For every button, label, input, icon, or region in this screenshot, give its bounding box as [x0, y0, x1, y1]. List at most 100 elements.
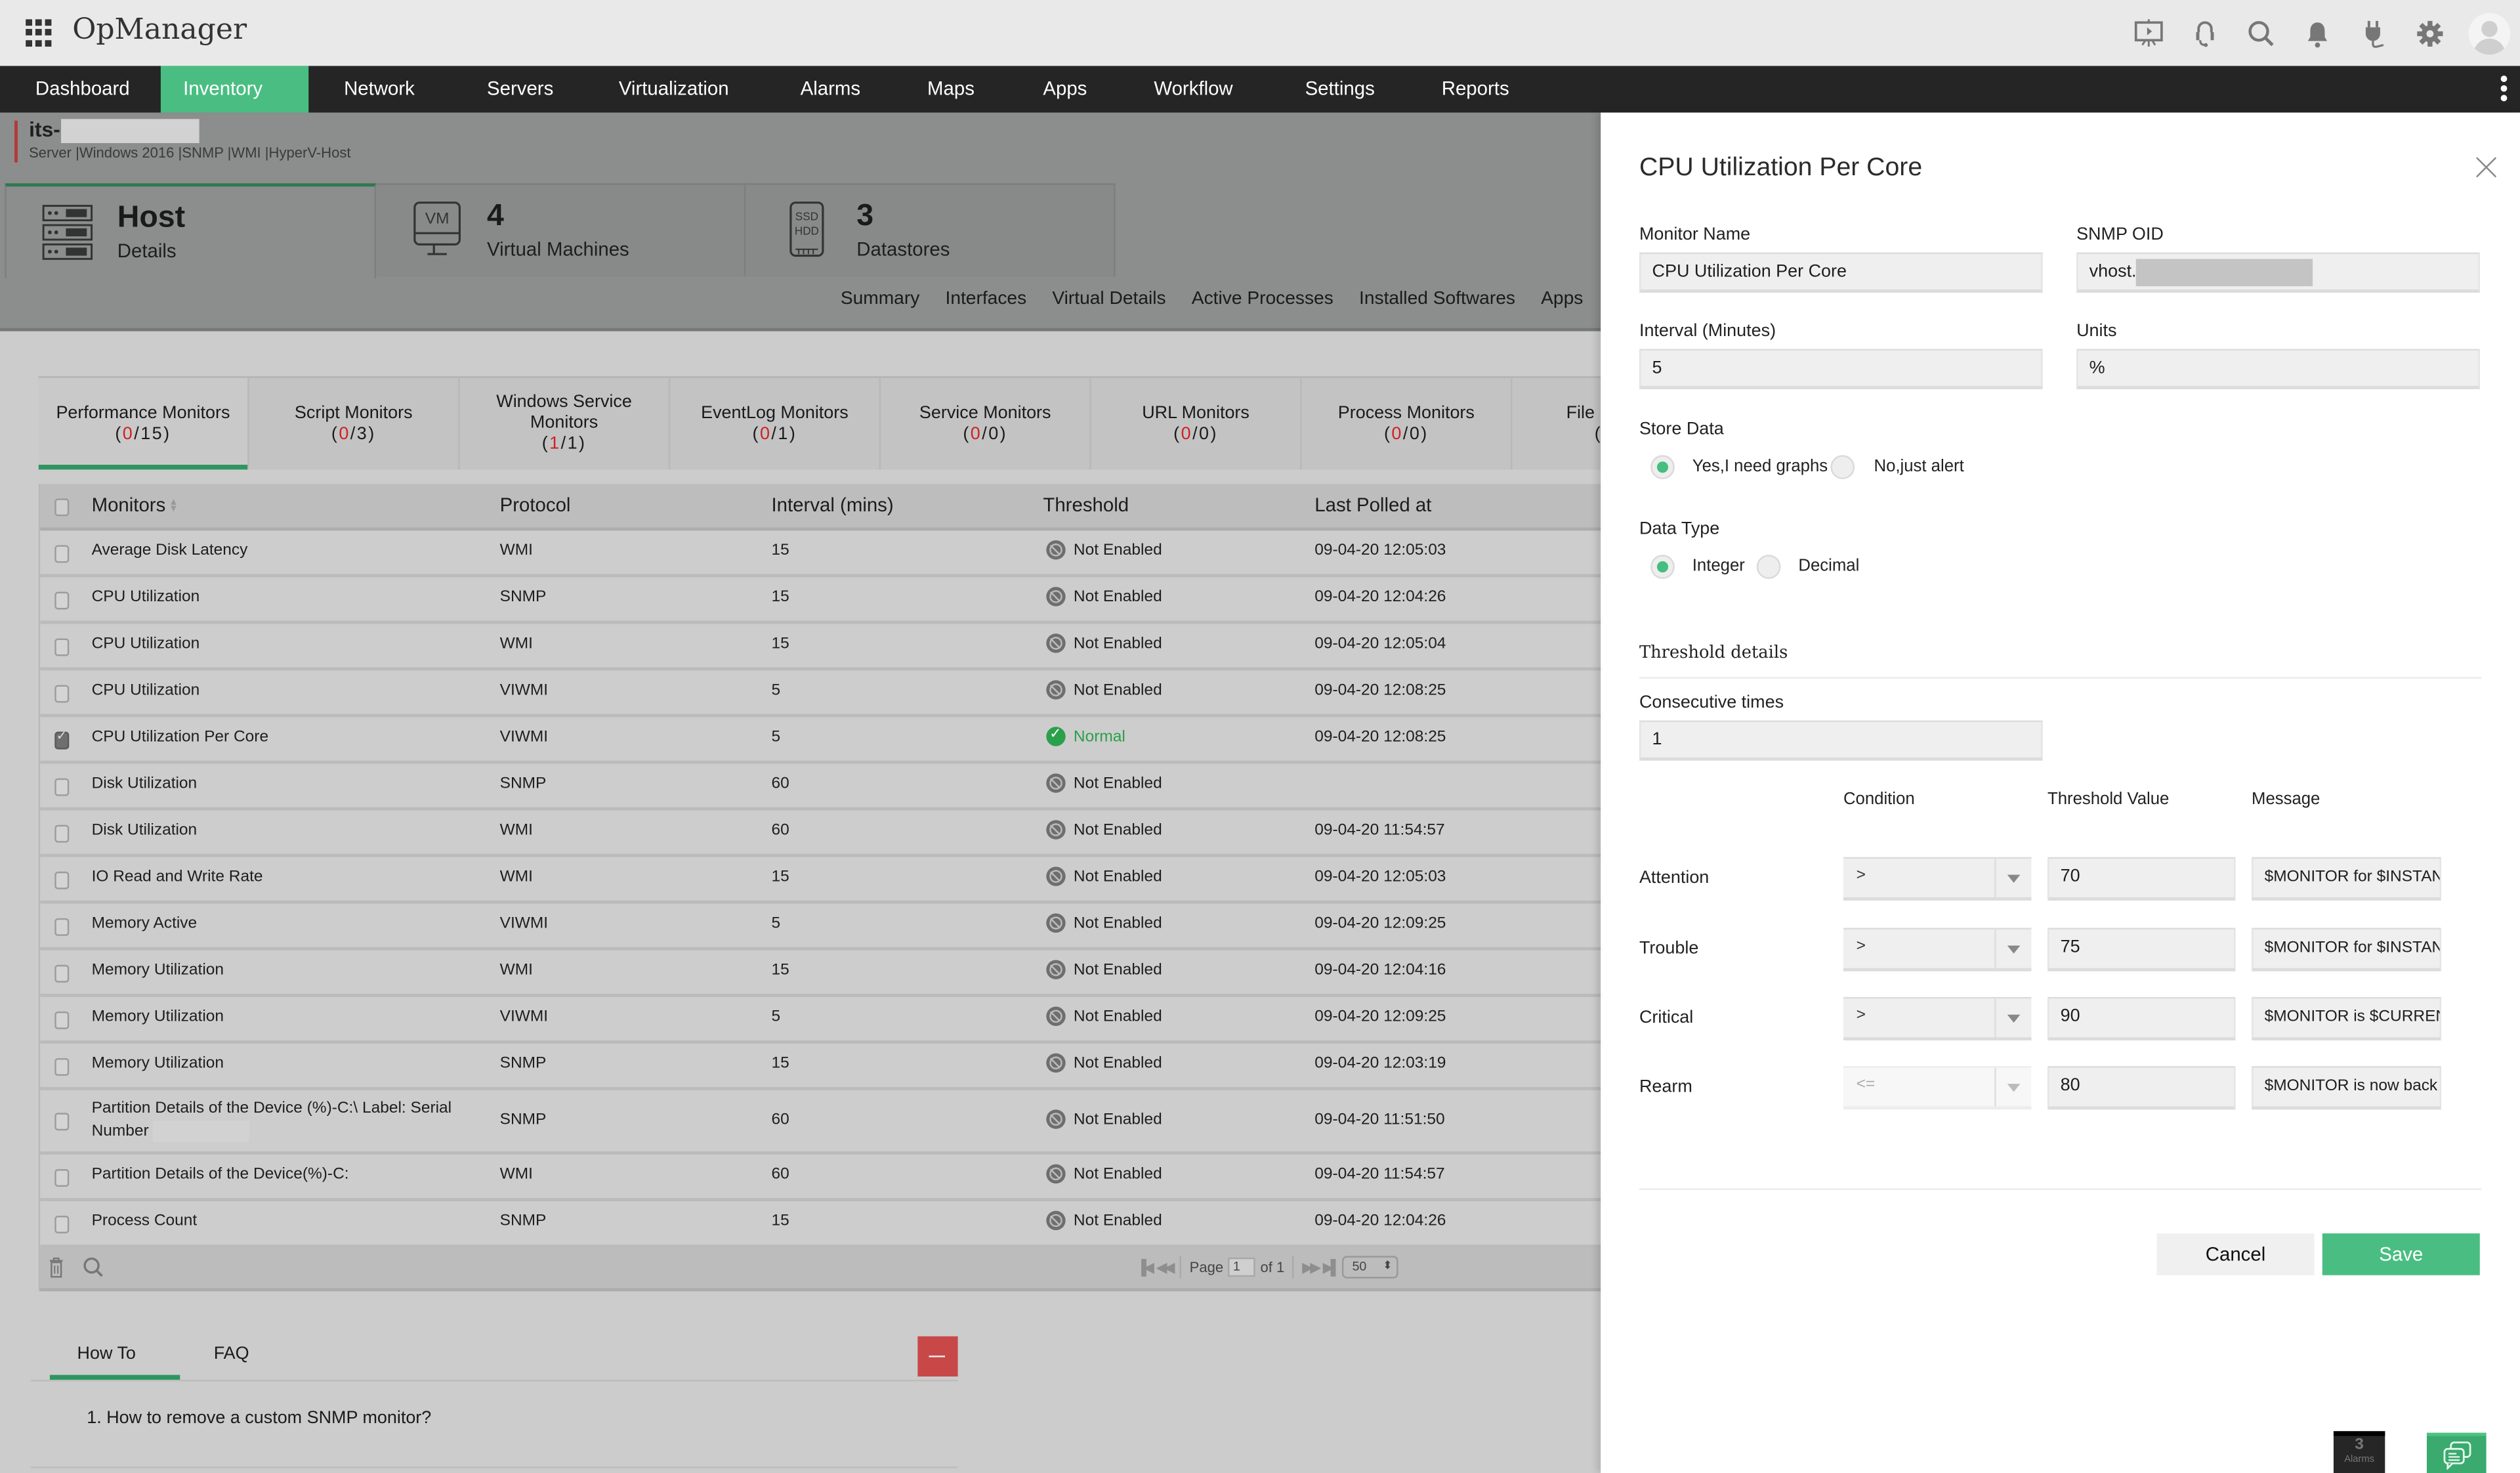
nav-dashboard[interactable]: Dashboard	[13, 66, 152, 112]
search-icon[interactable]	[2244, 16, 2279, 51]
monitor-name[interactable]: IO Read and Write Rate	[92, 868, 263, 886]
row-checkbox[interactable]	[54, 685, 70, 703]
subnav-active-processes[interactable]: Active Processes	[1179, 289, 1346, 309]
table-search-icon[interactable]	[82, 1256, 104, 1278]
monitor-name[interactable]: Partition Details of the Device (%)-C:\ …	[92, 1098, 461, 1143]
subnav-summary[interactable]: Summary	[828, 289, 933, 309]
threshold-value-input-rearm[interactable]: 80	[2048, 1066, 2236, 1110]
row-checkbox[interactable]	[54, 964, 70, 983]
threshold-value-input-attention[interactable]: 70	[2048, 857, 2236, 901]
row-checkbox[interactable]	[54, 1113, 70, 1131]
card-virtual-machines[interactable]: VM 4 Virtual Machines	[376, 183, 746, 277]
snmp-oid-input[interactable]: vhost.	[2076, 252, 2480, 293]
nav-virtualization[interactable]: Virtualization	[597, 66, 751, 112]
table-row[interactable]: CPU Utilization SNMP 15 Not Enabled 09-04-20…	[40, 577, 1603, 624]
row-checkbox[interactable]	[54, 1057, 70, 1076]
table-row[interactable]: Partition Details of the Device(%)-C: WMI…	[40, 1154, 1603, 1201]
monitor-name[interactable]: Memory Utilization	[92, 962, 224, 979]
support-headset-icon[interactable]	[2187, 16, 2223, 51]
monitor-name[interactable]: CPU Utilization	[92, 589, 200, 607]
collapse-help-button[interactable]	[917, 1336, 958, 1377]
cancel-button[interactable]: Cancel	[2156, 1233, 2315, 1275]
page-number-input[interactable]: 1	[1228, 1257, 1256, 1277]
delete-trash-icon[interactable]	[48, 1256, 64, 1278]
col-last-polled[interactable]: Last Polled at	[1314, 494, 1431, 516]
store-data-no-radio[interactable]	[1830, 455, 1855, 480]
row-checkbox[interactable]	[54, 1011, 70, 1029]
monitor-name[interactable]: Memory Utilization	[92, 1055, 224, 1073]
save-button[interactable]: Save	[2322, 1233, 2480, 1275]
store-data-yes-radio[interactable]	[1650, 455, 1675, 480]
nav-apps[interactable]: Apps	[1020, 66, 1110, 112]
table-row[interactable]: Memory Utilization WMI 15 Not Enabled 09-04-…	[40, 950, 1603, 997]
data-type-decimal-radio[interactable]	[1756, 555, 1781, 579]
table-row[interactable]: Disk Utilization SNMP 60 Not Enabled	[40, 763, 1603, 811]
row-checkbox[interactable]	[54, 778, 70, 796]
interval-input[interactable]: 5	[1639, 349, 2043, 389]
message-input-critical[interactable]: $MONITOR is $CURRENT	[2252, 996, 2442, 1041]
monitor-name-input[interactable]: CPU Utilization Per Core	[1639, 252, 2043, 293]
data-type-decimal-label[interactable]: Decimal	[1798, 557, 1859, 576]
consecutive-times-input[interactable]: 1	[1639, 720, 2043, 761]
store-data-no-label[interactable]: No,just alert	[1874, 457, 1964, 476]
col-interval[interactable]: Interval (mins)	[772, 494, 894, 516]
monitor-name[interactable]: Disk Utilization	[92, 822, 198, 840]
data-type-integer-label[interactable]: Integer	[1692, 557, 1745, 576]
row-checkbox[interactable]	[54, 638, 70, 656]
notifications-bell-icon[interactable]	[2300, 16, 2335, 51]
row-checkbox[interactable]	[54, 918, 70, 936]
subnav-installed-softwares[interactable]: Installed Softwares	[1346, 289, 1528, 309]
table-row[interactable]: Memory Utilization VIWMI 5 Not Enabled 09-04…	[40, 996, 1603, 1044]
row-checkbox[interactable]	[54, 729, 70, 750]
monitor-name[interactable]: Process Count	[92, 1212, 198, 1230]
row-checkbox[interactable]	[54, 1216, 70, 1233]
user-avatar[interactable]	[2468, 12, 2511, 55]
threshold-value-input-trouble[interactable]: 75	[2048, 928, 2236, 971]
tab-url-monitors[interactable]: URL Monitors (0/0)	[1091, 377, 1302, 470]
help-tab-how-to[interactable]: How To	[77, 1344, 136, 1363]
table-row[interactable]: CPU Utilization VIWMI 5 Not Enabled 09-04-20…	[40, 670, 1603, 717]
monitor-name[interactable]: CPU Utilization	[92, 635, 200, 653]
tab-script-monitors[interactable]: Script Monitors (0/3)	[249, 377, 460, 470]
table-row[interactable]: CPU Utilization Per Core VIWMI 5 Normal 09-0…	[40, 717, 1603, 764]
condition-select-trouble[interactable]: >	[1843, 928, 2032, 971]
alarms-badge[interactable]: 3 Alarms	[2333, 1431, 2385, 1473]
condition-select-attention[interactable]: >	[1843, 857, 2032, 901]
units-input[interactable]: %	[2076, 349, 2480, 389]
sort-icon[interactable]: ▲ ▼	[169, 498, 178, 514]
condition-select-critical[interactable]: >	[1843, 996, 2032, 1041]
subnav-interfaces[interactable]: Interfaces	[933, 289, 1040, 309]
row-checkbox[interactable]	[54, 824, 70, 843]
table-row[interactable]: Disk Utilization WMI 60 Not Enabled 09-04-20…	[40, 810, 1603, 857]
table-row[interactable]: CPU Utilization WMI 15 Not Enabled 09-04-20 …	[40, 624, 1603, 671]
settings-gear-icon[interactable]	[2412, 16, 2448, 51]
help-item[interactable]: 1. How to remove a custom SNMP monitor?	[87, 1409, 431, 1428]
col-monitors[interactable]: Monitors ▲ ▼	[92, 494, 178, 516]
nav-settings[interactable]: Settings	[1282, 66, 1397, 112]
message-input-trouble[interactable]: $MONITOR for $INSTANCE	[2252, 928, 2442, 971]
monitor-name[interactable]: Partition Details of the Device(%)-C:	[92, 1166, 349, 1184]
subnav-apps[interactable]: Apps	[1528, 289, 1596, 309]
message-input-rearm[interactable]: $MONITOR is now back	[2252, 1066, 2442, 1110]
monitor-name[interactable]: Memory Utilization	[92, 1008, 224, 1026]
help-tab-faq[interactable]: FAQ	[214, 1344, 249, 1363]
row-checkbox[interactable]	[54, 871, 70, 889]
table-row[interactable]: Average Disk Latency WMI 15 Not Enabled 09-0…	[40, 530, 1603, 578]
nav-reports[interactable]: Reports	[1419, 66, 1532, 112]
prev-page-button[interactable]: ◀◀	[1156, 1258, 1175, 1276]
store-data-yes-label[interactable]: Yes,I need graphs	[1692, 457, 1828, 476]
nav-alarms[interactable]: Alarms	[778, 66, 883, 112]
col-threshold[interactable]: Threshold	[1043, 494, 1129, 516]
first-page-button[interactable]: ▐◀	[1136, 1258, 1154, 1276]
card-datastores[interactable]: SSD HDD 3 Datastores	[746, 183, 1116, 277]
data-type-integer-radio[interactable]	[1650, 555, 1675, 579]
threshold-value-input-critical[interactable]: 90	[2048, 996, 2236, 1041]
tab-performance-monitors[interactable]: Performance Monitors (0/15)	[38, 377, 249, 470]
plugin-icon[interactable]	[2356, 16, 2391, 51]
row-checkbox[interactable]	[54, 545, 70, 563]
tab-eventlog-monitors[interactable]: EventLog Monitors (0/1)	[670, 377, 881, 470]
row-checkbox[interactable]	[54, 591, 70, 610]
presentation-icon[interactable]	[2131, 16, 2166, 51]
tab-process-monitors[interactable]: Process Monitors (0/0)	[1302, 377, 1513, 470]
tab-windows-service-monitors[interactable]: Windows Service Monitors (1/1)	[459, 377, 671, 470]
